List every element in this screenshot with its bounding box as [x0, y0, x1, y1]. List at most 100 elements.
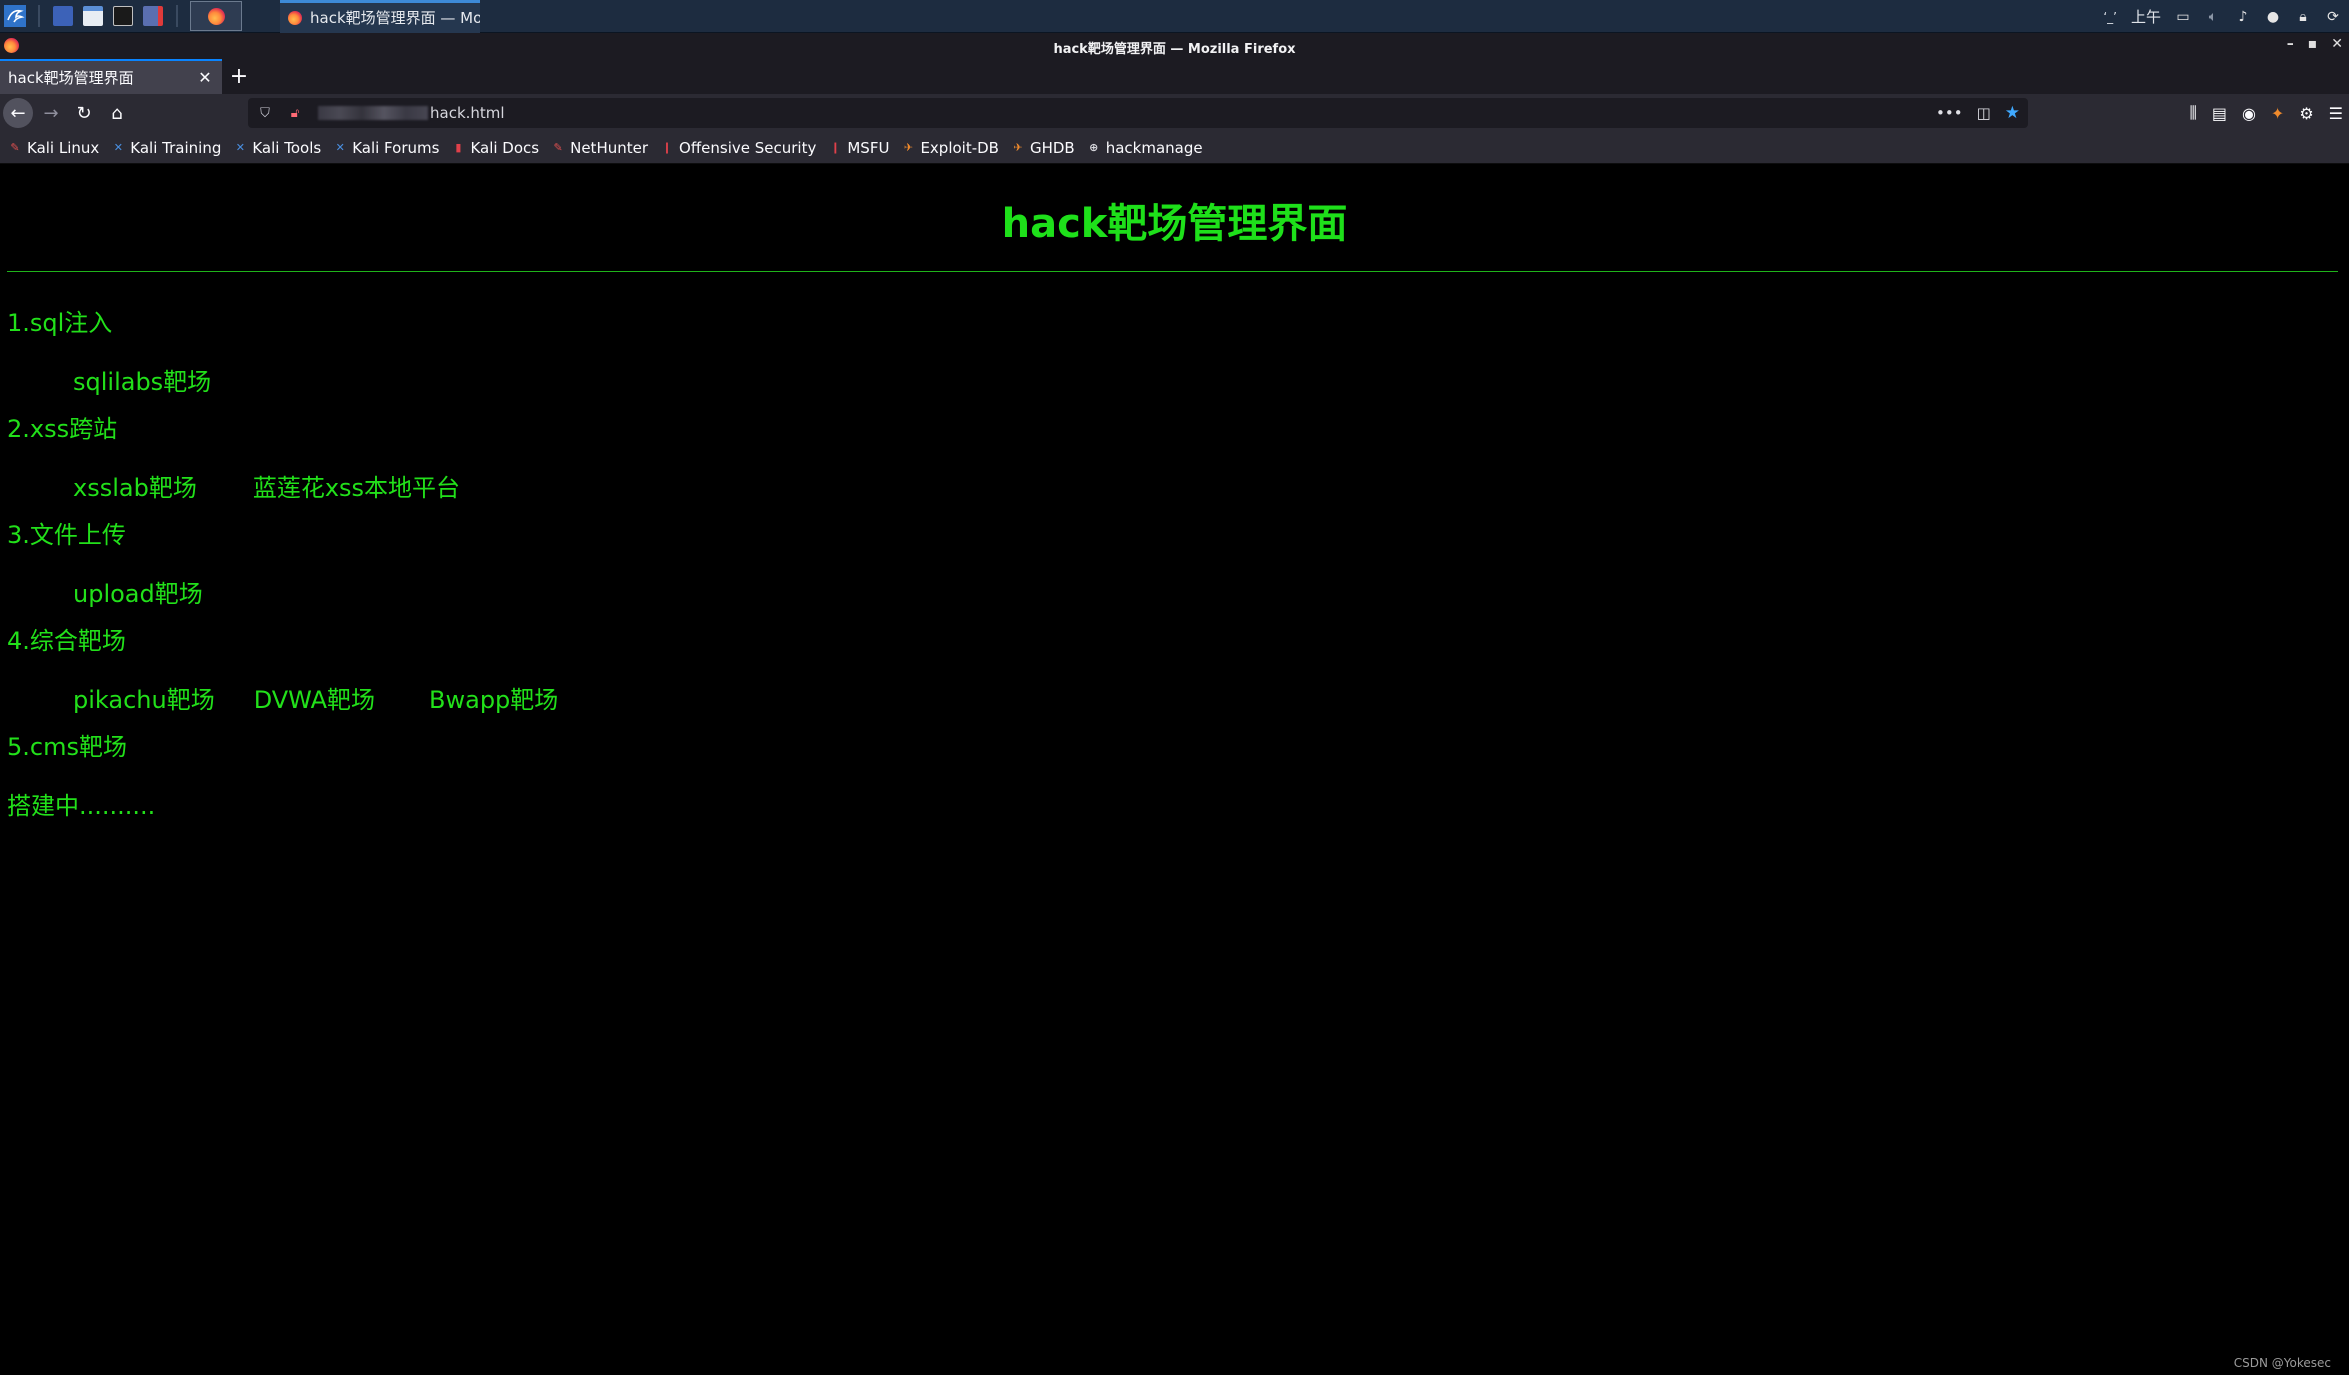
- bookmark-offensive-security[interactable]: ❙ Offensive Security: [660, 139, 816, 157]
- section-heading-upload: 3.文件上传: [7, 521, 126, 549]
- bookmark-label: hackmanage: [1105, 138, 1203, 157]
- url-actions: ••• ◫ ★: [1936, 98, 2020, 128]
- library-icon[interactable]: ⫼: [2189, 103, 2196, 123]
- section-heading-sql: 1.sql注入: [7, 309, 113, 337]
- link-bwapp[interactable]: Bwapp靶场: [429, 680, 558, 715]
- show-desktop-button[interactable]: [48, 0, 78, 33]
- url-text[interactable]: hack.html: [430, 104, 505, 122]
- tab-strip: hack靶场管理界面 ✕ +: [0, 59, 2349, 94]
- clock[interactable]: 上午: [2131, 6, 2161, 27]
- sidebar-icon[interactable]: ▤: [2212, 104, 2227, 123]
- screenshot-icon: [143, 6, 163, 26]
- power-icon[interactable]: ⟳: [2325, 9, 2341, 25]
- tab-hack-manage[interactable]: hack靶场管理界面 ✕: [0, 59, 222, 94]
- bookmark-hackmanage[interactable]: ⊕ hackmanage: [1087, 139, 1203, 157]
- bookmark-msfu[interactable]: ❙ MSFU: [828, 138, 890, 157]
- settings-gear-icon[interactable]: ⚙: [2299, 104, 2313, 123]
- bookmark-label: Kali Training: [130, 138, 222, 157]
- volume-icon[interactable]: 🔈︎: [2205, 9, 2221, 25]
- network-indicator[interactable]: ‘_’: [2103, 10, 2117, 24]
- kali-tool-icon: ✕: [235, 141, 245, 154]
- window-titlebar: hack靶场管理界面 — Mozilla Firefox – ▪ ✕: [0, 33, 2349, 59]
- offsec-icon: ❙: [830, 141, 840, 154]
- extension-icon[interactable]: ✦: [2271, 104, 2284, 123]
- pocket-icon[interactable]: ◫: [1977, 104, 1991, 122]
- exploit-db-icon: ✈: [1013, 141, 1023, 154]
- section-links-xss: xsslab靶场 蓝莲花xss本地平台: [73, 468, 460, 503]
- insecure-connection-icon[interactable]: 🔓︎: [282, 100, 308, 126]
- hamburger-menu-icon[interactable]: ☰: [2329, 104, 2343, 123]
- screenshot-button[interactable]: [138, 0, 168, 33]
- offsec-icon: ❙: [662, 141, 672, 154]
- section-links-sql: sqlilabs靶场: [73, 362, 211, 397]
- kali-icon: ✎: [10, 141, 20, 154]
- bookmark-label: GHDB: [1029, 138, 1075, 157]
- minimize-icon[interactable]: –: [2287, 36, 2294, 52]
- toolbar-right: ⫼ ▤ ◉ ✦ ⚙ ☰: [2189, 94, 2343, 132]
- section-heading-xss: 2.xss跨站: [7, 415, 118, 443]
- link-bluelotus-xss[interactable]: 蓝莲花xss本地平台: [253, 468, 460, 503]
- kali-dragon-icon: [4, 5, 26, 27]
- system-tray: ‘_’ 上午 ▭ 🔈︎ ♪ ● 🔒︎ ⟳: [2103, 0, 2349, 33]
- firefox-icon: [207, 7, 225, 25]
- bookmark-kali-training[interactable]: ✕ Kali Training: [111, 138, 222, 157]
- kali-menu-button[interactable]: [0, 0, 30, 33]
- exploit-db-icon: ✈: [903, 141, 914, 154]
- tracking-shield-icon[interactable]: ⛉: [252, 100, 278, 126]
- home-button[interactable]: ⌂: [102, 98, 132, 128]
- update-icon[interactable]: ●: [2265, 9, 2281, 25]
- bookmark-label: Kali Forums: [352, 138, 440, 157]
- home-icon: ⌂: [111, 102, 123, 124]
- desktop-taskbar: hack靶场管理界面 — Mo ‘_’ 上午 ▭ 🔈︎ ♪ ● 🔒︎ ⟳: [0, 0, 2349, 33]
- firefox-launcher-button[interactable]: [190, 1, 242, 31]
- folder-icon: [83, 6, 103, 26]
- taskbar-window-firefox[interactable]: hack靶场管理界面 — Mo: [280, 0, 480, 33]
- close-tab-icon[interactable]: ✕: [196, 68, 214, 87]
- bookmark-kali-docs[interactable]: ▮ Kali Docs: [451, 139, 539, 157]
- url-bar[interactable]: ⛉ 🔓︎ hack.html ••• ◫ ★: [248, 98, 2028, 128]
- link-dvwa[interactable]: DVWA靶场: [254, 680, 375, 715]
- kali-tool-icon: ✕: [335, 141, 345, 154]
- reload-icon: ↻: [76, 102, 92, 124]
- account-icon[interactable]: ◉: [2242, 104, 2256, 123]
- bookmark-ghdb[interactable]: ✈ GHDB: [1011, 138, 1075, 157]
- bookmark-nethunter[interactable]: ✎ NetHunter: [551, 139, 649, 157]
- window-controls: – ▪ ✕: [2287, 36, 2343, 52]
- reload-button[interactable]: ↻: [69, 98, 99, 128]
- window-title: hack靶场管理界面 — Mozilla Firefox: [1053, 42, 1296, 57]
- maximize-icon[interactable]: ▪: [2308, 36, 2318, 52]
- new-tab-button[interactable]: +: [222, 59, 256, 94]
- page-actions-button[interactable]: •••: [1936, 104, 1963, 122]
- section-links-comprehensive: pikachu靶场 DVWA靶场 Bwapp靶场: [73, 680, 558, 715]
- bookmark-label: Kali Tools: [252, 138, 322, 157]
- taskbar-separator: [38, 5, 40, 27]
- globe-icon: ⊕: [1089, 141, 1099, 154]
- bookmark-label: Kali Docs: [470, 138, 540, 157]
- link-sqlilabs[interactable]: sqlilabs靶场: [73, 362, 211, 397]
- notification-bell-icon[interactable]: ♪: [2235, 9, 2251, 25]
- navigation-toolbar: ← → ↻ ⌂ ⛉ 🔓︎ hack.html ••• ◫ ★ ⫼ ▤ ◉ ✦ ⚙…: [0, 94, 2349, 132]
- bookmark-star-icon[interactable]: ★: [2005, 103, 2020, 123]
- bookmark-label: MSFU: [847, 138, 890, 157]
- bookmark-kali-linux[interactable]: ✎ Kali Linux: [8, 139, 99, 157]
- lock-screen-icon[interactable]: 🔒︎: [2295, 9, 2311, 25]
- arrow-left-icon: ←: [10, 102, 26, 124]
- section-links-upload: upload靶场: [73, 574, 203, 609]
- section-heading-comprehensive: 4.综合靶场: [7, 627, 126, 655]
- bookmark-kali-tools[interactable]: ✕ Kali Tools: [233, 139, 321, 157]
- link-upload[interactable]: upload靶场: [73, 574, 203, 609]
- back-button[interactable]: ←: [3, 98, 33, 128]
- file-manager-button[interactable]: [78, 0, 108, 33]
- link-pikachu[interactable]: pikachu靶场: [73, 680, 215, 715]
- bookmark-kali-forums[interactable]: ✕ Kali Forums: [333, 138, 440, 157]
- bookmark-label: Kali Linux: [27, 138, 100, 157]
- link-xsslab[interactable]: xsslab靶场: [73, 468, 197, 503]
- close-window-icon[interactable]: ✕: [2331, 36, 2343, 52]
- display-icon[interactable]: ▭: [2175, 9, 2191, 25]
- kali-docs-icon: ▮: [455, 141, 462, 154]
- title-divider: [7, 271, 2338, 272]
- terminal-button[interactable]: [108, 0, 138, 33]
- redacted-host: [318, 106, 428, 120]
- bookmark-exploit-db[interactable]: ✈ Exploit-DB: [901, 139, 999, 157]
- forward-button[interactable]: →: [36, 98, 66, 128]
